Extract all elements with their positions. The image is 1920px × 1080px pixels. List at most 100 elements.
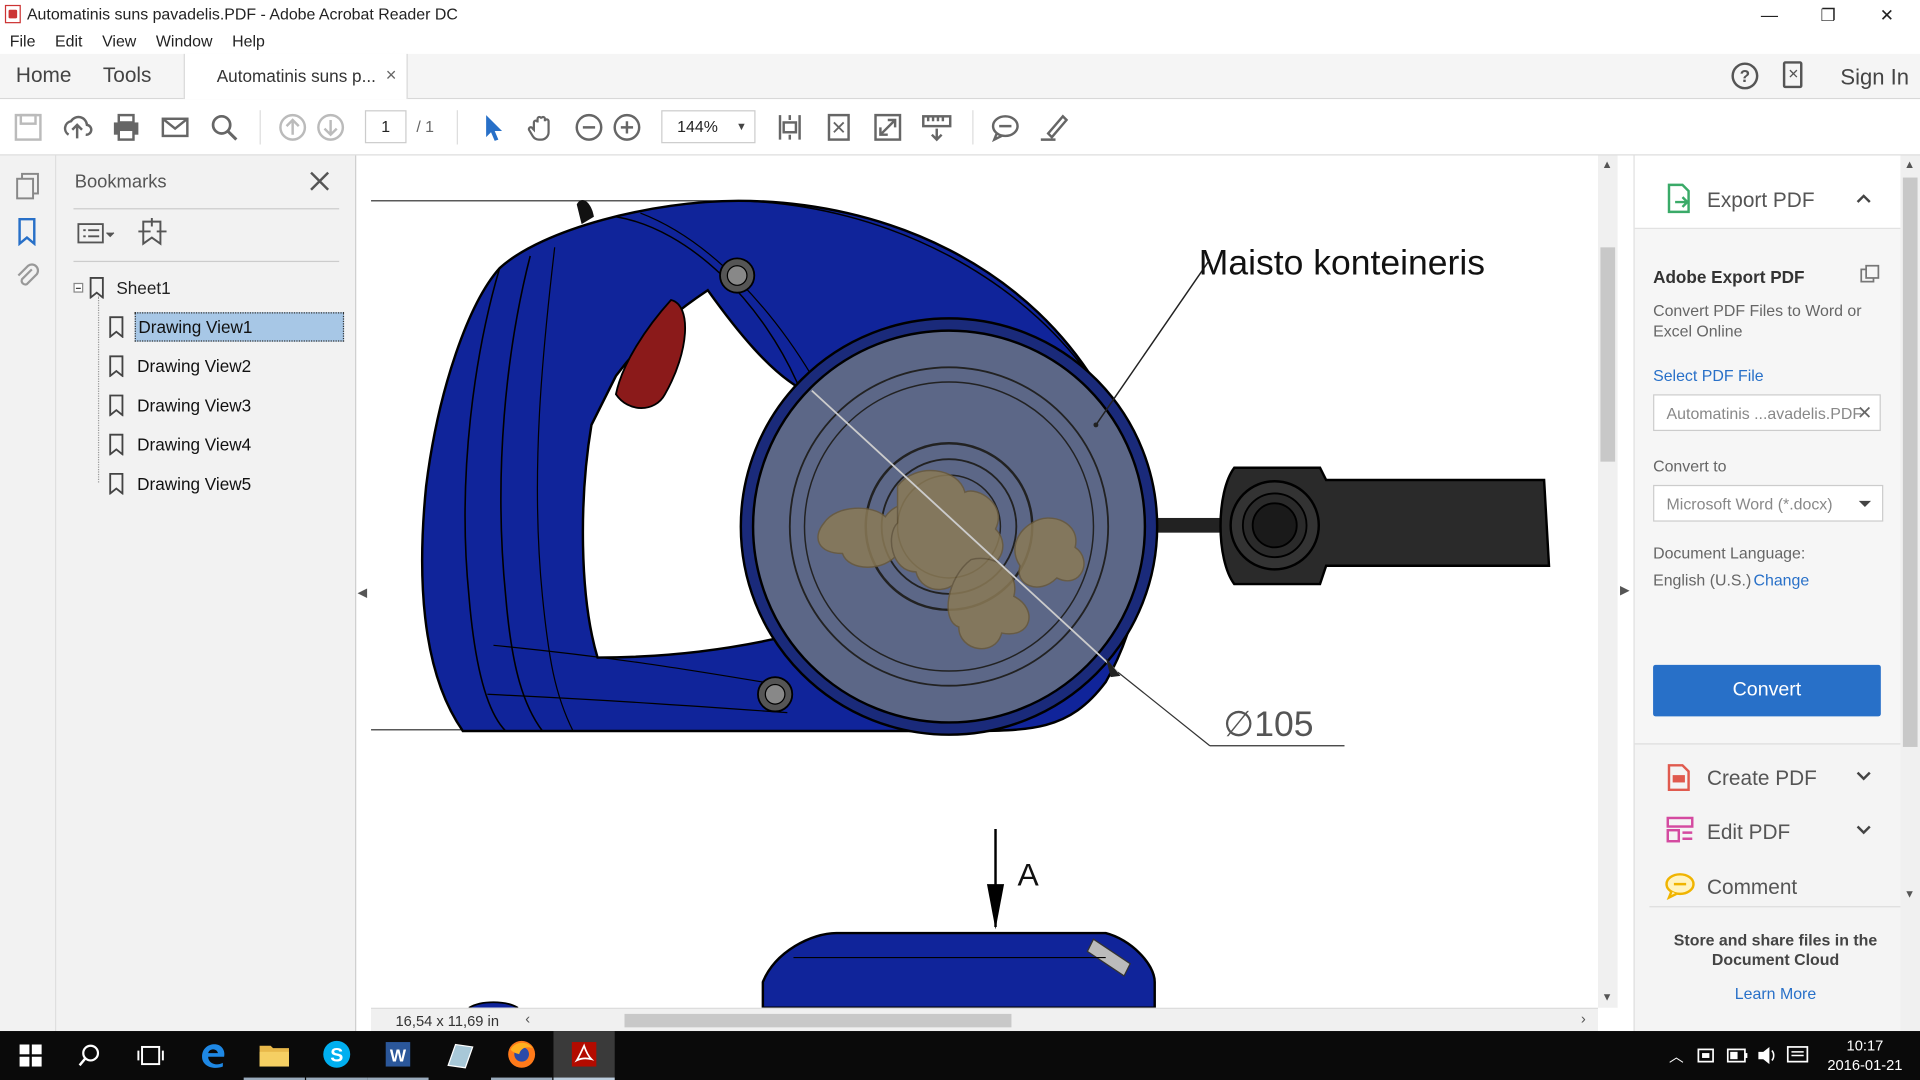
print-icon[interactable]: [110, 111, 142, 143]
next-page-icon[interactable]: [315, 111, 347, 143]
convert-button[interactable]: Convert: [1653, 664, 1881, 717]
bookmark-label: Drawing View4: [137, 434, 252, 454]
collapse-toggle-icon[interactable]: [73, 282, 84, 293]
tools-pane-scrollbar[interactable]: ▲ ▼: [1900, 155, 1920, 1032]
task-view-button[interactable]: [120, 1031, 181, 1080]
acrobat-taskbar-button[interactable]: [553, 1031, 615, 1080]
menu-file[interactable]: File: [0, 29, 45, 53]
scroll-left-icon[interactable]: ‹: [525, 1010, 530, 1027]
fit-page-icon[interactable]: [823, 111, 855, 143]
scroll-down-icon[interactable]: ▼: [1904, 888, 1915, 900]
document-language-value: English (U.S.): [1653, 570, 1752, 589]
hand-tool-icon[interactable]: [525, 111, 557, 143]
scroll-up-icon[interactable]: ▲: [1904, 158, 1915, 170]
scroll-down-icon[interactable]: ▼: [1602, 991, 1613, 1003]
search-taskbar-button[interactable]: [59, 1031, 120, 1080]
clear-file-icon[interactable]: ✕: [1857, 402, 1872, 424]
firefox-icon: [508, 1040, 536, 1068]
close-panel-icon[interactable]: [306, 168, 333, 195]
restore-button[interactable]: ❐: [1800, 0, 1856, 29]
full-screen-icon[interactable]: [872, 111, 904, 143]
zoom-level-select[interactable]: 144% ▼: [661, 110, 756, 144]
file-explorer-taskbar-button[interactable]: [243, 1031, 305, 1080]
search-icon[interactable]: [208, 111, 240, 143]
comment-tool[interactable]: Comment: [1635, 861, 1902, 910]
chevron-up-icon[interactable]: [1855, 192, 1872, 204]
attachments-icon[interactable]: [13, 261, 40, 290]
scroll-right-icon[interactable]: ›: [1581, 1010, 1586, 1027]
document-viewport[interactable]: ◀ Maisto konteineris ∅105 A ▲ ▼ ▶ 16,54 …: [356, 155, 1634, 1032]
volume-icon[interactable]: [1756, 1046, 1778, 1066]
export-pdf-header[interactable]: Export PDF: [1634, 155, 1902, 229]
menu-view[interactable]: View: [92, 29, 146, 53]
zoom-out-icon[interactable]: [573, 111, 605, 143]
bookmarks-title: Bookmarks: [74, 171, 167, 193]
bookmark-item[interactable]: Drawing View2: [108, 349, 254, 382]
tab-close-icon[interactable]: ×: [386, 65, 397, 86]
scrollbar-thumb[interactable]: [1600, 247, 1616, 462]
vertical-scrollbar[interactable]: ▲ ▼: [1597, 155, 1618, 1008]
tab-document[interactable]: Automatinis suns p... ×: [183, 53, 408, 100]
change-language-link[interactable]: Change: [1753, 571, 1809, 589]
minimize-button[interactable]: —: [1741, 0, 1797, 29]
start-button[interactable]: [0, 1031, 61, 1080]
edit-pdf-tool[interactable]: Edit PDF: [1635, 806, 1902, 855]
help-icon[interactable]: ?: [1731, 62, 1759, 90]
bookmark-root[interactable]: Sheet1: [88, 277, 171, 299]
sign-in-link[interactable]: Sign In: [1840, 65, 1909, 91]
menu-edit[interactable]: Edit: [45, 29, 92, 53]
battery-icon[interactable]: [1726, 1048, 1749, 1063]
firefox-taskbar-button[interactable]: [491, 1031, 553, 1080]
tab-tools[interactable]: Tools: [103, 64, 152, 88]
comment-label: Comment: [1706, 875, 1798, 899]
comment-icon[interactable]: [989, 111, 1021, 143]
system-clock[interactable]: 10:17 2016-01-21: [1822, 1036, 1908, 1075]
word-taskbar-button[interactable]: W: [367, 1031, 429, 1080]
format-select[interactable]: Microsoft Word (*.docx): [1653, 484, 1884, 522]
acrobat-icon: [571, 1042, 597, 1067]
tab-home[interactable]: Home: [16, 64, 72, 88]
bookmarks-icon[interactable]: [16, 217, 38, 247]
selected-file-field[interactable]: Automatinis ...avadelis.PDF ✕: [1653, 394, 1881, 432]
svg-text:W: W: [390, 1046, 407, 1066]
solidworks-taskbar-button[interactable]: [429, 1031, 490, 1080]
close-button[interactable]: ✕: [1859, 0, 1915, 29]
bookmark-item[interactable]: Drawing View3: [108, 388, 254, 421]
scrolling-mode-icon[interactable]: [774, 111, 806, 143]
show-hidden-icons[interactable]: ︿: [1669, 1046, 1684, 1067]
menu-window[interactable]: Window: [146, 29, 222, 53]
page-number-input[interactable]: 1: [364, 110, 407, 144]
zoom-in-icon[interactable]: [611, 111, 643, 143]
highlight-pen-icon[interactable]: [1038, 111, 1070, 143]
page-thumbnails-icon[interactable]: [15, 171, 42, 200]
horizontal-scrollbar-thumb[interactable]: [624, 1013, 1012, 1028]
bookmark-icon: [109, 393, 124, 416]
network-icon[interactable]: [1697, 1047, 1717, 1064]
select-pdf-link[interactable]: Select PDF File: [1653, 366, 1764, 384]
learn-more-link[interactable]: Learn More: [1659, 984, 1892, 1002]
upload-cloud-icon[interactable]: [61, 111, 93, 143]
save-icon[interactable]: [12, 111, 44, 143]
create-pdf-tool[interactable]: Create PDF: [1635, 752, 1902, 801]
read-mode-icon[interactable]: [921, 111, 953, 143]
email-icon[interactable]: [159, 111, 191, 143]
bookmark-options-icon[interactable]: [77, 219, 116, 246]
scrollbar-thumb[interactable]: [1902, 177, 1918, 747]
bookmark-item[interactable]: Drawing View4: [108, 427, 254, 460]
mobile-link-icon[interactable]: ✕: [1782, 61, 1803, 89]
bookmark-item[interactable]: Drawing View5: [108, 467, 254, 500]
new-bookmark-icon[interactable]: [136, 217, 168, 249]
previous-page-icon[interactable]: [277, 111, 309, 143]
acrobat-app-icon: [4, 4, 21, 24]
menu-help[interactable]: Help: [222, 29, 274, 53]
action-center-icon[interactable]: [1786, 1046, 1809, 1066]
bookmark-item[interactable]: Drawing View1: [108, 310, 345, 343]
select-cursor-icon[interactable]: [476, 111, 508, 143]
skype-taskbar-button[interactable]: S: [306, 1031, 368, 1080]
copy-settings-icon[interactable]: [1860, 264, 1880, 284]
edge-taskbar-button[interactable]: [182, 1031, 243, 1080]
diameter-symbol: ∅: [1223, 705, 1255, 745]
scroll-up-icon[interactable]: ▲: [1602, 158, 1613, 170]
expand-right-panel-icon[interactable]: ▶: [1620, 584, 1629, 597]
collapse-left-panel-icon[interactable]: ◀: [358, 587, 367, 600]
